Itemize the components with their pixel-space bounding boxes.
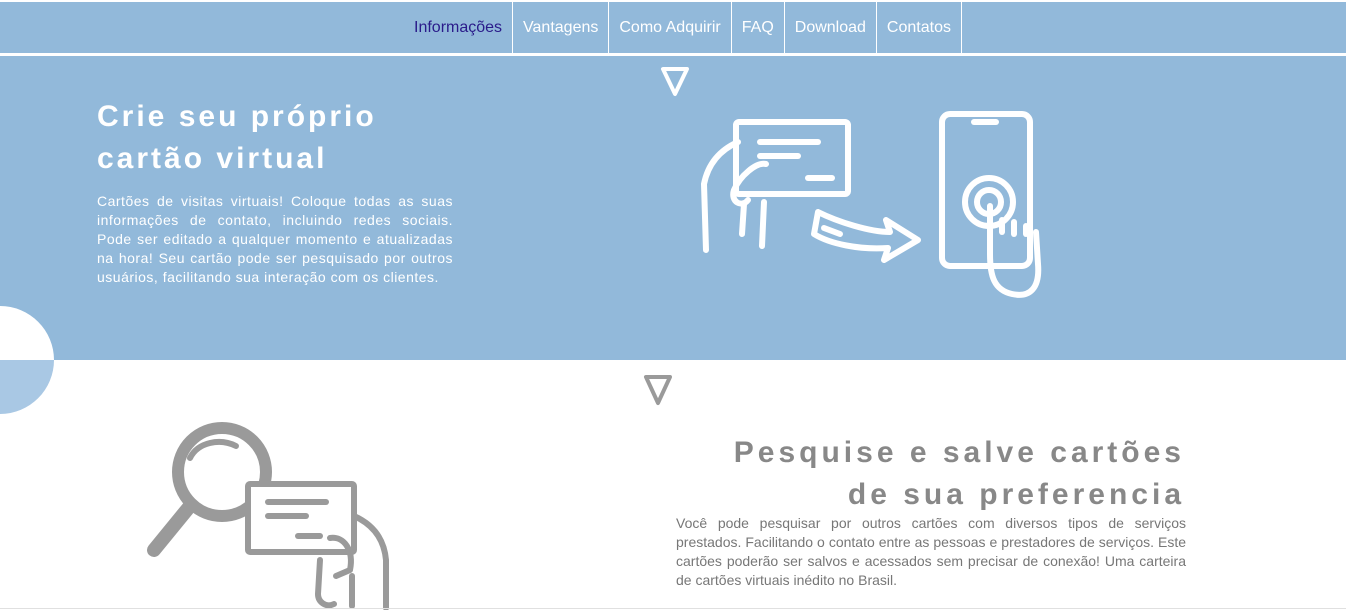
- nav-item-como-adquirir[interactable]: Como Adquirir: [609, 2, 732, 53]
- nav-menu: Informações Vantagens Como Adquirir FAQ …: [404, 2, 962, 53]
- section-title-line2: de sua preferencia: [847, 478, 1185, 511]
- section-title-line1: Pesquise e salve cartões: [733, 436, 1185, 469]
- hand-card-to-phone-icon: [701, 111, 1042, 298]
- top-navbar: Informações Vantagens Como Adquirir FAQ …: [0, 0, 1346, 56]
- bottom-divider: [0, 608, 1346, 609]
- nav-item-faq[interactable]: FAQ: [732, 2, 785, 53]
- chevron-down-icon[interactable]: [643, 374, 673, 408]
- nav-item-contatos[interactable]: Contatos: [877, 2, 962, 53]
- magnifier-card-icon: [147, 422, 389, 610]
- chevron-down-icon[interactable]: [660, 66, 690, 98]
- hero-title-line1: Crie seu próprio: [97, 100, 377, 133]
- nav-item-download[interactable]: Download: [785, 2, 877, 53]
- half-circle-decoration: [0, 306, 54, 414]
- section-description: Você pode pesquisar por outros cartões c…: [676, 515, 1186, 588]
- nav-item-vantagens[interactable]: Vantagens: [513, 2, 610, 53]
- nav-item-informacoes[interactable]: Informações: [404, 2, 514, 53]
- hero-description: Cartões de visitas virtuais! Coloque tod…: [97, 193, 453, 285]
- section-title: Pesquise e salve cartões de sua preferen…: [620, 432, 1185, 516]
- hero-title-line2: cartão virtual: [97, 142, 328, 175]
- hero-title: Crie seu próprio cartão virtual: [97, 96, 453, 180]
- hero-section: Crie seu próprio cartão virtual Cartões …: [0, 56, 1346, 360]
